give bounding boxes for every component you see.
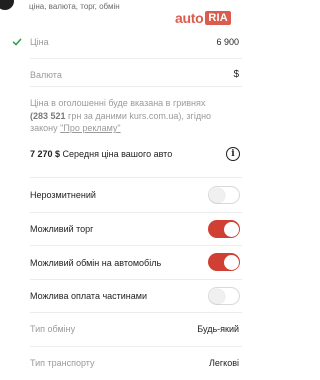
toggle-label-uncleared: Нерозмитнений bbox=[30, 190, 96, 200]
toggle-installments[interactable] bbox=[208, 287, 240, 305]
exchange-type-value[interactable]: Будь-який bbox=[197, 324, 239, 334]
divider bbox=[30, 279, 242, 280]
toggle-label-car-exchange: Можливий обмін на автомобіль bbox=[30, 258, 162, 268]
price-value[interactable]: 6 900 bbox=[216, 37, 239, 47]
autoria-logo[interactable]: auto RIA bbox=[175, 8, 231, 28]
toggle-car-exchange[interactable] bbox=[208, 253, 240, 271]
toggle-label-installments: Можлива оплата частинами bbox=[30, 291, 147, 301]
avatar bbox=[0, 0, 14, 10]
logo-ria-text: RIA bbox=[205, 11, 231, 25]
toggle-knob bbox=[210, 288, 225, 304]
toggle-label-bargain: Можливий торг bbox=[30, 224, 94, 234]
currency-value[interactable]: $ bbox=[233, 69, 239, 80]
average-price-amount: 7 270 $ bbox=[30, 149, 61, 159]
toggle-knob bbox=[224, 254, 239, 270]
toggle-bargain[interactable] bbox=[208, 220, 240, 238]
currency-conversion-note: Ціна в оголошенні буде вказана в гривнях… bbox=[30, 97, 242, 135]
note-line-1: Ціна в оголошенні буде вказана в гривнях bbox=[30, 98, 206, 108]
transport-type-label: Тип транспорту bbox=[30, 358, 95, 368]
divider bbox=[30, 58, 242, 59]
note-line-3-prefix: закону bbox=[30, 123, 61, 133]
exchange-type-label: Тип обміну bbox=[30, 324, 76, 334]
section-subtitle: ціна, валюта, торг, обмін bbox=[29, 2, 120, 11]
logo-auto-text: auto bbox=[175, 10, 204, 26]
toggle-knob bbox=[224, 221, 239, 237]
price-label: Ціна bbox=[30, 37, 49, 47]
divider bbox=[30, 212, 242, 213]
average-price: 7 270 $ Середня ціна вашого авто bbox=[30, 149, 172, 159]
divider bbox=[30, 86, 242, 87]
toggle-knob bbox=[210, 187, 225, 203]
average-price-text: Середня ціна вашого авто bbox=[60, 149, 173, 159]
transport-type-value[interactable]: Легкові bbox=[209, 358, 239, 368]
note-line-2: грн за даними kurs.com.ua), згідно bbox=[65, 110, 212, 121]
top-bar: ціна, валюта, торг, обмін auto RIA bbox=[0, 0, 250, 26]
toggle-uncleared[interactable] bbox=[208, 186, 240, 204]
divider bbox=[30, 245, 242, 246]
info-icon[interactable]: i bbox=[226, 147, 240, 161]
currency-label: Валюта bbox=[30, 70, 62, 80]
check-icon bbox=[12, 38, 22, 46]
divider bbox=[30, 312, 242, 313]
uah-amount: (283 521 bbox=[30, 110, 66, 121]
advertising-law-link[interactable]: "Про рекламу" bbox=[60, 123, 120, 133]
divider bbox=[30, 346, 242, 347]
divider bbox=[30, 177, 242, 178]
